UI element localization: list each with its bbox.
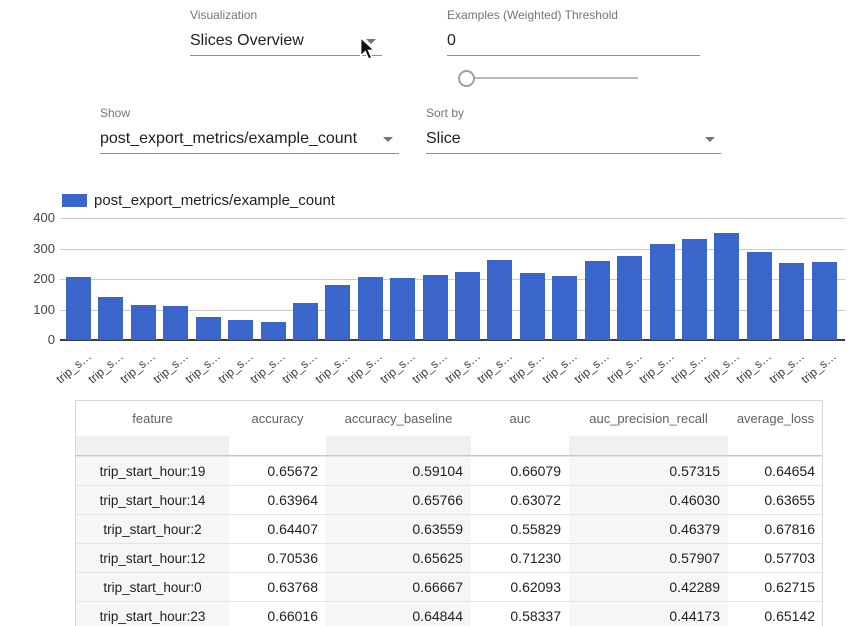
metric-cell: 0.71230 [471, 544, 569, 572]
column-header-average_loss[interactable]: average_loss [728, 401, 823, 436]
y-axis-tick-label: 400 [18, 210, 55, 226]
metric-cell: 0.57703 [728, 544, 823, 572]
table-row[interactable]: trip_start_hour:230.660160.648440.583370… [76, 601, 822, 626]
metric-cell: 0.65625 [326, 544, 471, 572]
bar[interactable] [98, 297, 123, 340]
column-header-auc[interactable]: auc [471, 401, 569, 436]
filter-cell [728, 436, 823, 455]
column-header-accuracy[interactable]: accuracy [229, 401, 326, 436]
filter-cell [471, 436, 569, 455]
feature-cell: trip_start_hour:12 [76, 544, 229, 572]
table-header-row: featureaccuracyaccuracy_baselineaucauc_p… [76, 401, 822, 436]
filter-cell [326, 436, 471, 455]
feature-cell: trip_start_hour:14 [76, 486, 229, 514]
bar[interactable] [682, 239, 707, 340]
bar[interactable] [520, 273, 545, 340]
bar[interactable] [455, 272, 480, 340]
feature-cell: trip_start_hour:0 [76, 573, 229, 601]
metric-cell: 0.64407 [229, 515, 326, 543]
bar[interactable] [747, 252, 772, 340]
metric-cell: 0.65672 [229, 457, 326, 485]
metric-cell: 0.63072 [471, 486, 569, 514]
metric-cell: 0.66667 [326, 573, 471, 601]
feature-cell: trip_start_hour:19 [76, 457, 229, 485]
filter-cell [229, 436, 326, 455]
bar[interactable] [261, 322, 286, 340]
metric-cell: 0.66079 [471, 457, 569, 485]
feature-cell: trip_start_hour:2 [76, 515, 229, 543]
metric-cell: 0.57907 [569, 544, 728, 572]
metric-cell: 0.46030 [569, 486, 728, 514]
metric-cell: 0.46379 [569, 515, 728, 543]
bar[interactable] [585, 261, 610, 340]
table-row[interactable]: trip_start_hour:00.637680.666670.620930.… [76, 572, 822, 601]
metric-cell: 0.63964 [229, 486, 326, 514]
table-row[interactable]: trip_start_hour:20.644070.635590.558290.… [76, 514, 822, 543]
bar[interactable] [779, 263, 804, 340]
metric-cell: 0.63768 [229, 573, 326, 601]
metric-cell: 0.64654 [728, 457, 823, 485]
bar[interactable] [325, 285, 350, 340]
column-header-auc_precision_recall[interactable]: auc_precision_recall [569, 401, 728, 436]
metric-cell: 0.59104 [326, 457, 471, 485]
bar[interactable] [714, 233, 739, 340]
y-axis-tick-label: 100 [18, 302, 55, 318]
bar[interactable] [552, 276, 577, 340]
y-axis-tick-label: 300 [18, 241, 55, 257]
metric-cell: 0.67816 [728, 515, 823, 543]
bar[interactable] [423, 275, 448, 340]
y-axis-tick-label: 0 [18, 332, 55, 348]
mouse-cursor-icon [357, 36, 379, 63]
metric-cell: 0.55829 [471, 515, 569, 543]
table-row[interactable]: trip_start_hour:190.656720.591040.660790… [76, 456, 822, 485]
y-axis-tick-label: 200 [18, 271, 55, 287]
bar[interactable] [196, 317, 221, 340]
column-header-accuracy_baseline[interactable]: accuracy_baseline [326, 401, 471, 436]
metric-cell: 0.65142 [728, 602, 823, 626]
metric-cell: 0.62715 [728, 573, 823, 601]
metric-cell: 0.64844 [326, 602, 471, 626]
bar[interactable] [228, 320, 253, 340]
metric-cell: 0.63559 [326, 515, 471, 543]
feature-cell: trip_start_hour:23 [76, 602, 229, 626]
metric-cell: 0.70536 [229, 544, 326, 572]
metric-cell: 0.66016 [229, 602, 326, 626]
bar[interactable] [617, 256, 642, 340]
metric-cell: 0.65766 [326, 486, 471, 514]
table-row[interactable]: trip_start_hour:120.705360.656250.712300… [76, 543, 822, 572]
bar[interactable] [163, 306, 188, 340]
bar[interactable] [131, 305, 156, 340]
bar[interactable] [390, 278, 415, 340]
metrics-table: featureaccuracyaccuracy_baselineaucauc_p… [75, 400, 823, 626]
bar[interactable] [358, 277, 383, 340]
metric-cell: 0.57315 [569, 457, 728, 485]
metric-cell: 0.42289 [569, 573, 728, 601]
metric-cell: 0.58337 [471, 602, 569, 626]
column-header-feature[interactable]: feature [76, 401, 229, 436]
bar[interactable] [293, 303, 318, 340]
filter-cell [76, 436, 229, 455]
bar[interactable] [487, 260, 512, 340]
slicing-metrics-browser: Visualization Slices Overview Examples (… [0, 0, 863, 626]
filter-cell [569, 436, 728, 455]
table-filter-row [76, 436, 822, 456]
bar[interactable] [812, 262, 837, 340]
gridline [60, 218, 845, 219]
metric-cell: 0.62093 [471, 573, 569, 601]
bar[interactable] [66, 277, 91, 340]
metric-cell: 0.63655 [728, 486, 823, 514]
metric-cell: 0.44173 [569, 602, 728, 626]
table-row[interactable]: trip_start_hour:140.639640.657660.630720… [76, 485, 822, 514]
bar[interactable] [650, 244, 675, 340]
